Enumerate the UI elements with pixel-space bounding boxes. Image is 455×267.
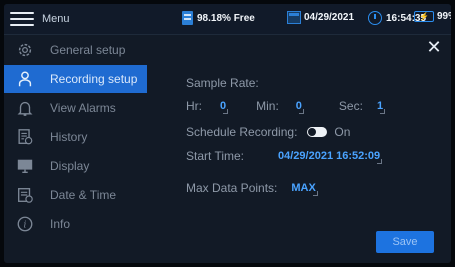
sample-rate-fields: Hr: 0 Min: 0 Sec: 1 xyxy=(186,99,386,114)
hamburger-icon xyxy=(10,12,34,26)
start-time-label: Start Time: xyxy=(186,149,245,163)
storage-icon xyxy=(182,11,193,25)
sample-rate-row: Sample Rate: xyxy=(186,76,259,90)
date-text: 04/29/2021 xyxy=(304,12,355,23)
battery-status: ⚡ 99% xyxy=(414,11,451,22)
sidebar-item-history[interactable]: History xyxy=(4,123,147,151)
max-points-select[interactable]: MAX xyxy=(291,182,319,196)
sidebar-item-label: Date & Time xyxy=(50,188,117,202)
sidebar-item-view-alarms[interactable]: View Alarms xyxy=(4,94,147,122)
device-screen: Menu 98.18% Free 04/29/2021 16:54:35 ⚡ 9… xyxy=(4,4,451,263)
start-time-row: Start Time: 04/29/2021 16:52:09 xyxy=(186,149,383,164)
sidebar-item-label: Display xyxy=(50,159,90,173)
calendar-clock-icon xyxy=(14,185,36,205)
settings-sidebar: General setup Recording setup View Alarm… xyxy=(4,35,147,263)
person-icon xyxy=(14,69,36,89)
schedule-toggle[interactable] xyxy=(307,127,328,137)
schedule-label: Schedule Recording: xyxy=(186,125,298,139)
sidebar-item-label: Recording setup xyxy=(50,72,138,86)
battery-icon: ⚡ xyxy=(414,11,434,22)
start-time-input[interactable]: 04/29/2021 16:52:09 xyxy=(278,150,383,164)
bell-icon xyxy=(14,98,36,118)
sidebar-item-info[interactable]: i Info xyxy=(4,210,147,238)
schedule-state: On xyxy=(334,125,351,139)
hr-input[interactable]: 0 xyxy=(220,100,229,114)
sidebar-item-display[interactable]: Display xyxy=(4,152,147,180)
info-icon: i xyxy=(14,214,36,234)
gear-icon xyxy=(14,40,36,60)
sidebar-item-recording-setup[interactable]: Recording setup xyxy=(4,65,147,93)
hr-label: Hr: xyxy=(186,99,202,113)
sec-label: Sec: xyxy=(338,99,363,113)
sample-rate-label: Sample Rate: xyxy=(186,76,259,90)
history-document-icon xyxy=(14,127,36,147)
sec-input[interactable]: 1 xyxy=(377,100,386,114)
storage-free-text: 98.18% Free xyxy=(197,12,255,24)
sidebar-item-label: General setup xyxy=(50,43,126,57)
monitor-icon xyxy=(14,156,36,176)
min-label: Min: xyxy=(256,99,279,113)
max-points-row: Max Data Points: MAX xyxy=(186,181,319,196)
sidebar-item-date-time[interactable]: Date & Time xyxy=(4,181,147,209)
menu-button[interactable]: Menu xyxy=(10,8,110,30)
storage-status: 98.18% Free xyxy=(182,11,255,25)
calendar-icon xyxy=(287,11,301,24)
schedule-row: Schedule Recording: On xyxy=(186,125,350,139)
sidebar-item-general-setup[interactable]: General setup xyxy=(4,36,147,64)
status-bar: Menu 98.18% Free 04/29/2021 16:54:35 ⚡ 9… xyxy=(4,4,451,35)
menu-label: Menu xyxy=(42,13,70,25)
sidebar-item-label: Info xyxy=(50,217,71,231)
sidebar-item-label: History xyxy=(50,130,88,144)
svg-text:i: i xyxy=(24,221,27,231)
recording-setup-panel: Sample Rate: Hr: 0 Min: 0 Sec: 1 Schedul… xyxy=(180,35,450,263)
date-status: 04/29/2021 xyxy=(287,11,354,24)
sidebar-item-label: View Alarms xyxy=(50,101,116,115)
clock-icon xyxy=(368,11,382,25)
save-button[interactable]: Save xyxy=(376,231,434,253)
battery-text: 99% xyxy=(437,11,451,22)
min-input[interactable]: 0 xyxy=(296,100,305,114)
max-points-label: Max Data Points: xyxy=(186,181,278,195)
